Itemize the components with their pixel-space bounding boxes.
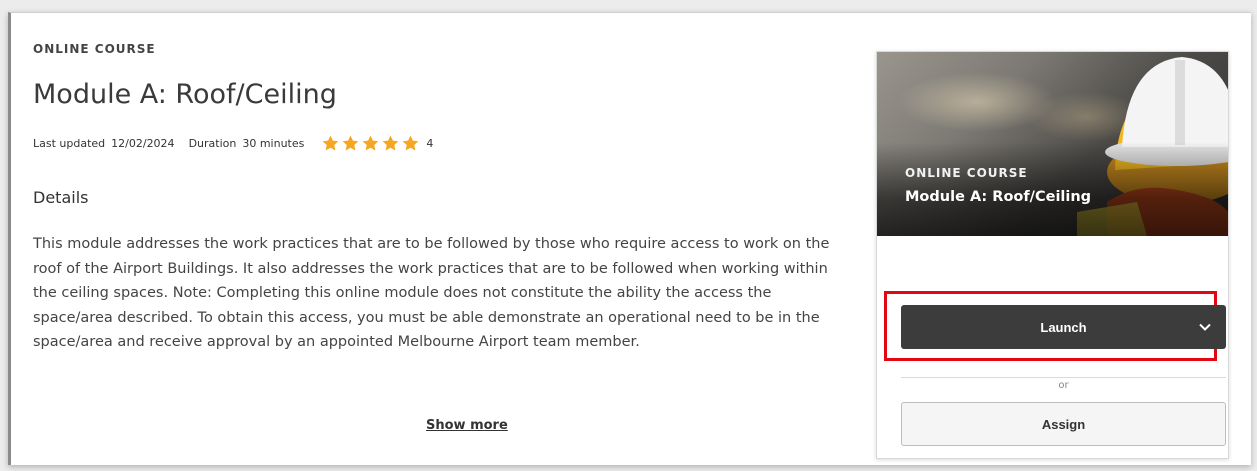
star-icon [402, 135, 419, 151]
last-updated-label: Last updated [33, 136, 106, 150]
thumbnail-course-type: ONLINE COURSE [905, 166, 1028, 180]
assign-button[interactable]: Assign [901, 402, 1226, 446]
launch-button[interactable]: Launch [901, 305, 1226, 349]
assign-label: Assign [1041, 416, 1086, 432]
course-type-label: ONLINE COURSE [33, 42, 156, 56]
star-icon [322, 135, 339, 151]
course-description: This module addresses the work practices… [33, 236, 830, 350]
page-title: Module A: Roof/Ceiling [33, 79, 337, 110]
star-icon [342, 135, 359, 151]
launch-label: Launch [1040, 319, 1087, 335]
show-more-link[interactable]: Show more [426, 418, 508, 433]
course-page: ONLINE COURSE Module A: Roof/Ceiling Las… [8, 12, 1251, 465]
last-updated-value: 12/02/2024 [111, 136, 175, 150]
course-meta: Last updated 12/02/2024 Duration 30 minu… [33, 135, 433, 151]
details-heading: Details [33, 188, 89, 207]
thumbnail-course-title: Module A: Roof/Ceiling [905, 189, 1092, 205]
star-icon [362, 135, 379, 151]
or-label: or [1058, 380, 1069, 391]
course-action-card: ONLINE COURSE Module A: Roof/Ceiling Lau… [876, 51, 1229, 459]
divider-line [901, 377, 1226, 378]
rating-stars [322, 135, 419, 151]
duration-label: Duration [188, 136, 237, 150]
course-thumbnail: ONLINE COURSE Module A: Roof/Ceiling [877, 52, 1228, 236]
star-icon [382, 135, 399, 151]
rating-count: 4 [426, 136, 434, 150]
duration-value: 30 minutes [242, 136, 305, 150]
chevron-down-icon[interactable] [1198, 320, 1212, 334]
or-divider: or [901, 377, 1226, 391]
